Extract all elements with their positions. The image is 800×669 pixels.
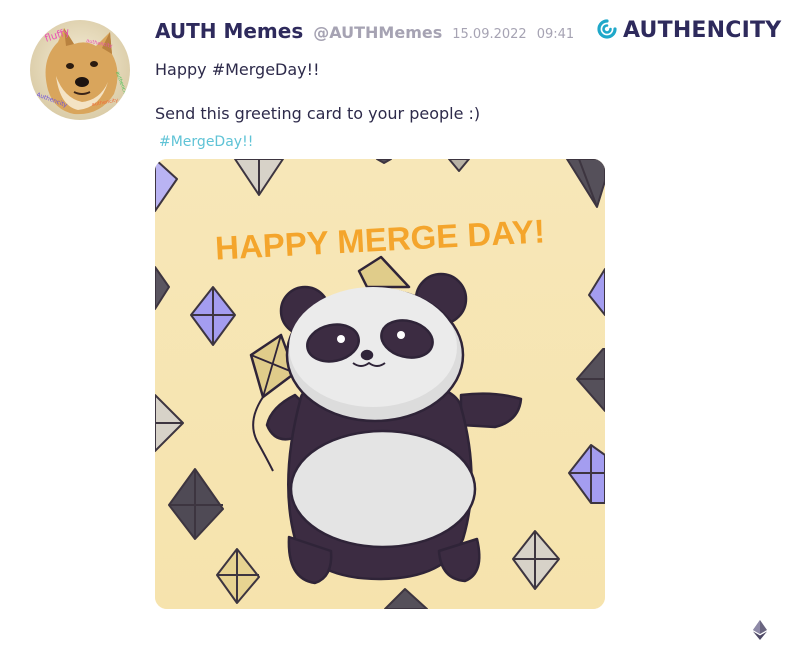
authencity-logo-icon: [597, 18, 617, 43]
post-header: AUTH Memes @AUTHMemes 15.09.2022 09:41: [155, 19, 574, 47]
post-time: 09:41: [536, 27, 575, 42]
post-date: 15.09.2022: [452, 27, 527, 42]
brand-logo[interactable]: AUTHENCITY: [597, 18, 781, 43]
brand-name: AUTHENCITY: [623, 18, 782, 43]
post-text-line: Happy #MergeDay!!: [155, 60, 320, 79]
post-text-line: Send this greeting card to your people :…: [155, 104, 481, 123]
user-handle[interactable]: @AUTHMemes: [313, 23, 442, 42]
ethereum-icon: [753, 620, 767, 644]
greeting-card-image[interactable]: HAPPY MERGE DAY!: [155, 159, 605, 609]
avatar[interactable]: fluffy authencity authencity Authencity …: [30, 20, 130, 120]
hashtag-link[interactable]: #MergeDay!!: [159, 134, 253, 150]
display-name[interactable]: AUTH Memes: [155, 19, 303, 43]
